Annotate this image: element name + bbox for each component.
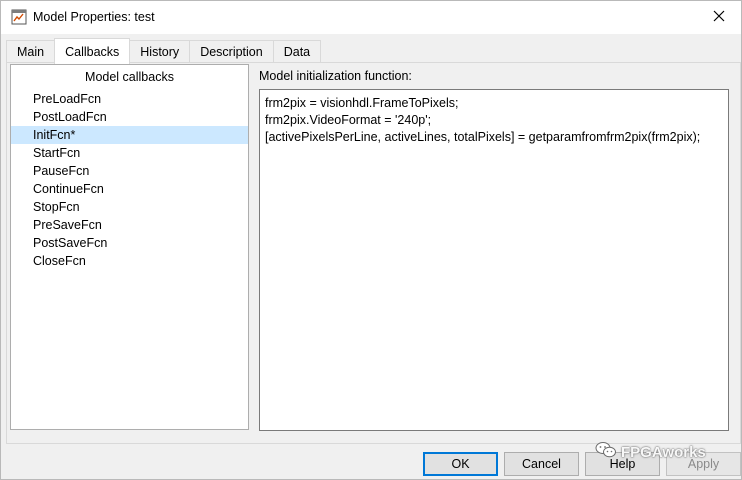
callback-item-stopfcn[interactable]: StopFcn [11,198,248,216]
code-line: frm2pix = visionhdl.FrameToPixels; [265,96,459,110]
window-title: Model Properties: test [33,10,155,24]
callbacks-list-header: Model callbacks [85,70,174,84]
callback-item-startfcn[interactable]: StartFcn [11,144,248,162]
tab-data[interactable]: Data [272,40,322,63]
close-icon [713,10,725,25]
close-button[interactable] [701,4,737,31]
callback-item-postloadfcn[interactable]: PostLoadFcn [11,108,248,126]
function-label: Model initialization function: [259,69,412,83]
watermark: FPGAworks [595,441,706,463]
tab-strip: Main Callbacks History Description Data [6,38,322,64]
callback-item-initfcn[interactable]: InitFcn* [11,126,248,144]
tab-history[interactable]: History [129,40,191,63]
tab-callbacks[interactable]: Callbacks [54,38,131,64]
callback-item-postsavefcn[interactable]: PostSaveFcn [11,234,248,252]
code-line: frm2pix.VideoFormat = '240p'; [265,113,432,127]
callbacks-list[interactable]: Model callbacks PreLoadFcn PostLoadFcn I… [10,64,249,430]
watermark-text: FPGAworks [621,443,706,461]
callback-item-preloadfcn[interactable]: PreLoadFcn [11,90,248,108]
callback-item-presavefcn[interactable]: PreSaveFcn [11,216,248,234]
callback-item-continuefcn[interactable]: ContinueFcn [11,180,248,198]
callback-item-closefcn[interactable]: CloseFcn [11,252,248,270]
code-line: [activePixelsPerLine, activeLines, total… [265,130,701,144]
tab-main[interactable]: Main [6,40,56,63]
init-function-editor[interactable]: frm2pix = visionhdl.FrameToPixels; frm2p… [259,89,729,431]
simulink-model-icon [11,9,27,25]
callback-item-pausefcn[interactable]: PauseFcn [11,162,248,180]
ok-button[interactable]: OK [423,452,498,476]
title-bar: Model Properties: test [1,1,741,34]
model-properties-dialog: Model Properties: test Main Callbacks Hi… [0,0,742,480]
wechat-icon [595,441,617,463]
tab-description[interactable]: Description [189,40,274,63]
cancel-button[interactable]: Cancel [504,452,579,476]
